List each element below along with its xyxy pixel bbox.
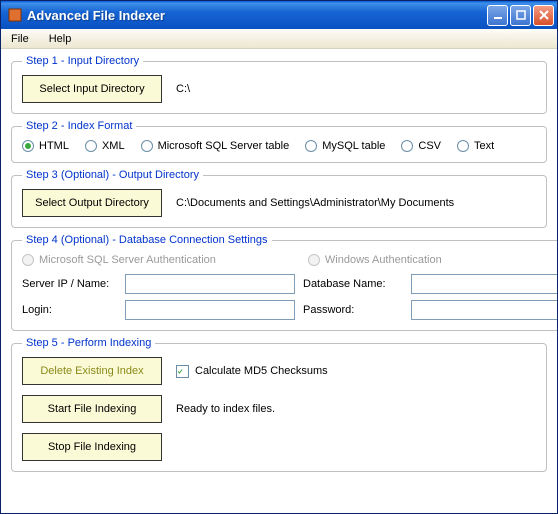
radio-label: Microsoft SQL Server table: [158, 140, 290, 152]
radio-label: Text: [474, 140, 494, 152]
start-file-indexing-button[interactable]: Start File Indexing: [22, 395, 162, 423]
radio-csv[interactable]: CSV: [401, 140, 441, 152]
step5-legend: Step 5 - Perform Indexing: [22, 337, 155, 349]
maximize-button[interactable]: [510, 5, 531, 26]
menubar: File Help: [1, 29, 557, 49]
radio-html[interactable]: HTML: [22, 140, 69, 152]
radio-label: HTML: [39, 140, 69, 152]
radio-dot-icon: [22, 254, 34, 266]
step3-legend: Step 3 (Optional) - Output Directory: [22, 169, 203, 181]
radio-win-auth: Windows Authentication: [308, 254, 442, 266]
step1-group: Step 1 - Input Directory Select Input Di…: [11, 55, 547, 114]
radio-dot-icon: [22, 140, 34, 152]
radio-dot-icon: [401, 140, 413, 152]
password-input[interactable]: [411, 300, 557, 320]
menu-help[interactable]: Help: [43, 31, 78, 47]
close-button[interactable]: [533, 5, 554, 26]
login-label: Login:: [22, 304, 117, 316]
select-output-directory-button[interactable]: Select Output Directory: [22, 189, 162, 217]
radio-dot-icon: [457, 140, 469, 152]
step5-group: Step 5 - Perform Indexing Delete Existin…: [11, 337, 547, 472]
radio-label: Microsoft SQL Server Authentication: [39, 254, 216, 266]
radio-xml[interactable]: XML: [85, 140, 125, 152]
radio-dot-icon: [85, 140, 97, 152]
radio-label: MySQL table: [322, 140, 385, 152]
radio-label: XML: [102, 140, 125, 152]
md5-label: Calculate MD5 Checksums: [195, 365, 328, 377]
server-label: Server IP / Name:: [22, 278, 117, 290]
app-window: Advanced File Indexer File Help Step 1 -…: [0, 0, 558, 514]
radio-label: Windows Authentication: [325, 254, 442, 266]
select-input-directory-button[interactable]: Select Input Directory: [22, 75, 162, 103]
step2-group: Step 2 - Index Format HTML XML Microsoft…: [11, 120, 547, 163]
delete-existing-index-button[interactable]: Delete Existing Index: [22, 357, 162, 385]
database-label: Database Name:: [303, 278, 403, 290]
app-icon: [7, 7, 23, 23]
radio-sql-auth: Microsoft SQL Server Authentication: [22, 254, 216, 266]
minimize-button[interactable]: [487, 5, 508, 26]
md5-checkbox[interactable]: Calculate MD5 Checksums: [176, 365, 328, 378]
radio-text[interactable]: Text: [457, 140, 494, 152]
database-input[interactable]: [411, 274, 557, 294]
step4-legend: Step 4 (Optional) - Database Connection …: [22, 234, 272, 246]
stop-file-indexing-button[interactable]: Stop File Indexing: [22, 433, 162, 461]
step3-group: Step 3 (Optional) - Output Directory Sel…: [11, 169, 547, 228]
radio-label: CSV: [418, 140, 441, 152]
radio-dot-icon: [308, 254, 320, 266]
step4-group: Step 4 (Optional) - Database Connection …: [11, 234, 557, 331]
status-text: Ready to index files.: [176, 403, 275, 415]
content-area: Step 1 - Input Directory Select Input Di…: [1, 49, 557, 513]
checkbox-icon: [176, 365, 189, 378]
server-input[interactable]: [125, 274, 295, 294]
input-directory-path: C:\: [176, 83, 190, 95]
radio-dot-icon: [305, 140, 317, 152]
login-input[interactable]: [125, 300, 295, 320]
step2-legend: Step 2 - Index Format: [22, 120, 136, 132]
titlebar: Advanced File Indexer: [1, 1, 557, 29]
password-label: Password:: [303, 304, 403, 316]
step1-legend: Step 1 - Input Directory: [22, 55, 143, 67]
radio-mysql[interactable]: MySQL table: [305, 140, 385, 152]
radio-mssql[interactable]: Microsoft SQL Server table: [141, 140, 290, 152]
radio-dot-icon: [141, 140, 153, 152]
menu-file[interactable]: File: [5, 31, 35, 47]
window-title: Advanced File Indexer: [27, 8, 487, 23]
window-buttons: [487, 5, 554, 26]
output-directory-path: C:\Documents and Settings\Administrator\…: [176, 197, 454, 209]
